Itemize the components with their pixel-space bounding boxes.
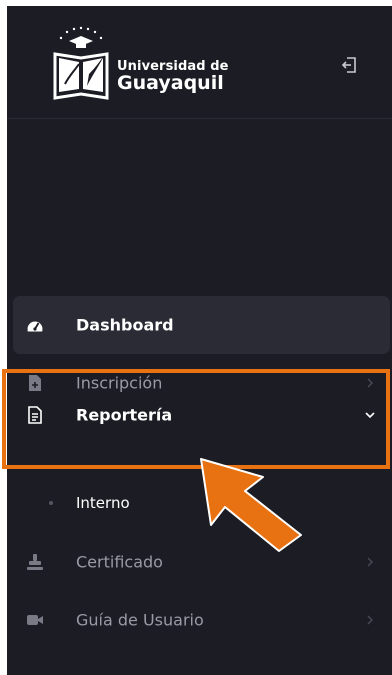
dashboard-gauge-icon (26, 316, 44, 334)
brand-line-2: Guayaquil (117, 72, 224, 94)
menu-item-guia-de-usuario[interactable]: Guía de Usuario (13, 591, 390, 649)
highlight-box (2, 369, 390, 469)
stamp-icon (26, 553, 44, 571)
collapse-sidebar-icon (341, 57, 356, 73)
menu-item-dashboard[interactable]: Dashboard (13, 296, 390, 354)
chevron-right-icon (364, 556, 376, 568)
menu-item-label: Certificado (76, 552, 163, 572)
video-camera-icon (26, 611, 44, 629)
chevron-right-icon (364, 614, 376, 626)
menu-item-label: Dashboard (76, 315, 174, 335)
university-crest-icon (53, 26, 109, 100)
submenu-item-label: Interno (76, 494, 130, 512)
university-logo[interactable]: Universidad de Guayaquil (47, 24, 237, 104)
sidebar: Universidad de Guayaquil Dashboard Inscr… (7, 6, 392, 675)
menu-item-label: Guía de Usuario (76, 610, 204, 630)
pointer-arrow-annotation (200, 458, 302, 552)
bullet-dot (49, 501, 53, 505)
collapse-sidebar-button[interactable] (338, 54, 360, 76)
sidebar-brand: Universidad de Guayaquil (7, 6, 392, 119)
